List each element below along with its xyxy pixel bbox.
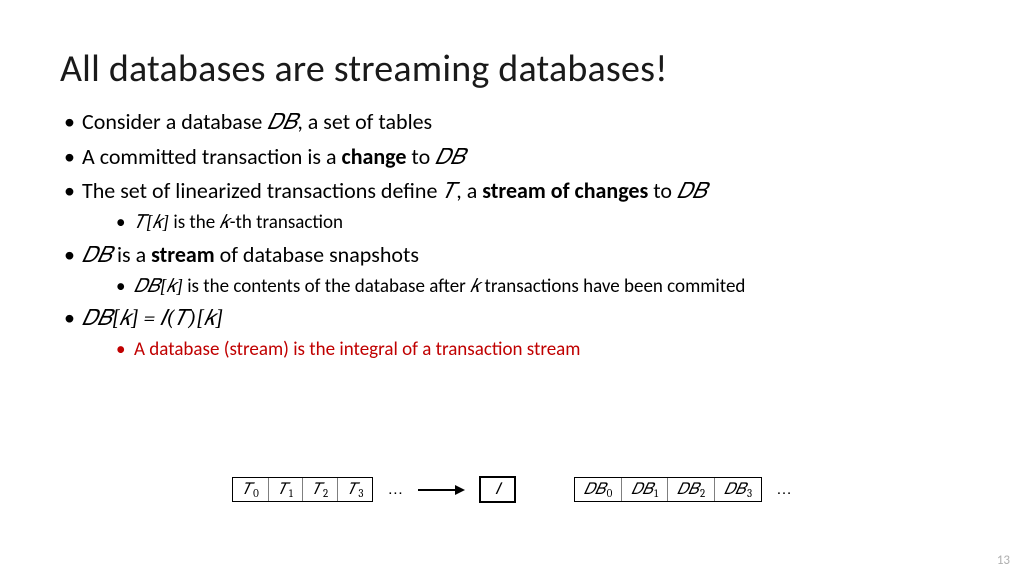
text: is the [169,211,219,234]
tape-cell: 𝐷𝐵2 [668,478,715,501]
cell-sub: 0 [607,488,613,499]
bullet-3: The set of linearized transactions defin… [60,175,964,236]
cell-sub: 3 [747,488,752,499]
sub-list: 𝑇[𝑘] is the 𝑘-th transaction [82,209,964,237]
bold-text: stream [151,241,215,268]
bullet-5: 𝐷𝐵[𝑘] = 𝐼(𝑇)[𝑘] A database (stream) is t… [60,302,964,363]
tape-cell: 𝐷𝐵1 [622,478,668,501]
text: A committed transaction is a [82,143,341,170]
diagram: 𝑇0 𝑇1 𝑇2 𝑇3 … 𝐼 𝐷𝐵0 𝐷𝐵1 𝐷𝐵2 𝐷𝐵3 … [0,476,1024,503]
text: Consider a database [82,108,267,135]
cell-sub: 1 [289,488,293,499]
math: 𝑘 [470,275,480,297]
bullet-list: Consider a database 𝐷𝐵, a set of tables … [60,106,964,364]
cell-sub: 1 [654,488,658,499]
cell-sub: 0 [253,488,259,499]
page-number: 13 [997,553,1010,568]
bullet-4a: 𝐷𝐵[𝑘] is the contents of the database af… [116,273,964,301]
tape-cell: 𝑇1 [269,478,303,501]
math: 𝐷𝐵 [677,178,707,204]
math: 𝐷𝐵 [82,242,112,268]
math: 𝐷𝐵[𝑘] [134,275,183,297]
math: 𝑇[𝑘] [134,211,169,233]
cell-sub: 3 [358,488,363,499]
text: -th transaction [230,211,343,234]
sub-list-red: A database (stream) is the integral of a… [82,336,964,364]
bullet-4: 𝐷𝐵 is a stream of database snapshots 𝐷𝐵[… [60,239,964,300]
cell-sym: 𝑇 [312,481,322,497]
cell-sym: 𝐷𝐵 [631,481,653,497]
transaction-tape: 𝑇0 𝑇1 𝑇2 𝑇3 [232,477,373,502]
text: transactions have been commited [480,275,745,298]
bold-text: stream of changes [482,177,648,204]
bullet-5a: A database (stream) is the integral of a… [116,336,964,364]
slide-title: All databases are streaming databases! [60,48,964,92]
bullet-1: Consider a database 𝐷𝐵, a set of tables [60,106,964,139]
cell-sym: 𝑇 [242,481,252,497]
bullet-2: A committed transaction is a change to 𝐷… [60,141,964,174]
math: 𝑘 [220,211,230,233]
sub-list: 𝐷𝐵[𝑘] is the contents of the database af… [82,273,964,301]
arrow-icon [417,483,465,497]
integral-box: 𝐼 [479,476,515,503]
tape-cell: 𝑇2 [303,478,338,501]
text: The set of linearized transactions defin… [82,177,442,204]
cell-sym: 𝐷𝐵 [677,481,699,497]
cell-sym: 𝑇 [278,481,288,497]
bold-text: change [341,143,406,170]
text: , a set of tables [297,108,432,135]
math: 𝑇 [442,178,456,204]
ellipsis: … [776,481,792,499]
slide: All databases are streaming databases! C… [0,0,1024,576]
cell-sub: 2 [700,488,705,499]
math: 𝐷𝐵 [435,144,465,170]
database-tape: 𝐷𝐵0 𝐷𝐵1 𝐷𝐵2 𝐷𝐵3 [574,477,762,502]
text: , a [456,177,482,204]
tape-cell: 𝐷𝐵0 [575,478,622,501]
tape-cell: 𝑇0 [233,478,269,501]
text: is the contents of the database after [183,275,470,298]
text: is a [112,241,151,268]
tape-cell: 𝑇3 [338,478,372,501]
cell-sym: 𝐷𝐵 [584,481,606,497]
ellipsis: … [387,481,403,499]
text: to [406,143,435,170]
math: 𝐷𝐵 [267,109,297,135]
text: of database snapshots [215,241,419,268]
text: to [648,177,677,204]
bullet-3a: 𝑇[𝑘] is the 𝑘-th transaction [116,209,964,237]
cell-sym: 𝑇 [347,481,357,497]
cell-sym: 𝐷𝐵 [724,481,746,497]
tape-cell: 𝐷𝐵3 [715,478,761,501]
math: 𝐷𝐵[𝑘] = 𝐼(𝑇)[𝑘] [82,305,223,331]
cell-sub: 2 [323,488,328,499]
